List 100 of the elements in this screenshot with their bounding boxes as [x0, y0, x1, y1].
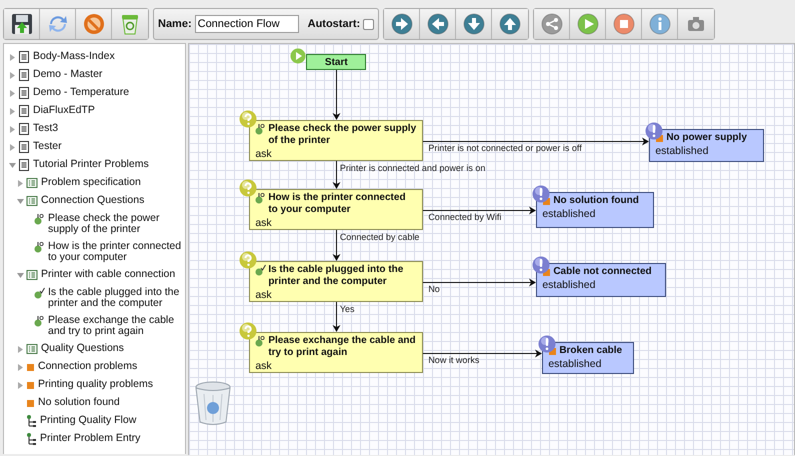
edge-label: Now it works — [428, 354, 480, 364]
node-type-label: established — [548, 358, 602, 370]
cancel-button[interactable] — [76, 9, 112, 39]
connector-arrow[interactable] — [332, 70, 341, 120]
expand-arrow-icon[interactable] — [8, 51, 17, 63]
expand-arrow-icon[interactable] — [16, 361, 25, 373]
expand-arrow-icon[interactable] — [8, 87, 17, 99]
question-node[interactable]: How is the printer connected to your computer ask — [249, 189, 424, 230]
tree-item[interactable]: Printing quality problems — [38, 379, 186, 390]
expand-arrow-icon[interactable] — [8, 105, 17, 117]
stop-button[interactable] — [606, 9, 642, 39]
stop-icon — [612, 12, 636, 36]
trash-bin-icon[interactable] — [193, 380, 234, 426]
list-icon — [26, 195, 38, 207]
connector-arrow[interactable] — [332, 302, 341, 332]
solution-node[interactable]: Broken cable established — [542, 342, 634, 374]
choice-question-icon — [255, 335, 266, 347]
list-icon — [26, 177, 38, 189]
tree-item[interactable]: Connection problems — [38, 361, 186, 372]
document-icon — [18, 141, 30, 153]
tree-item[interactable]: Tutorial Printer Problems — [33, 159, 186, 170]
tree-item[interactable]: Printer with cable connection — [41, 269, 186, 280]
document-icon — [18, 159, 30, 171]
question-mark-icon — [239, 251, 258, 269]
tree-item[interactable]: Tester — [33, 141, 186, 152]
connector-arrow[interactable] — [422, 206, 536, 214]
name-field[interactable]: Connection Flow — [194, 15, 299, 33]
tree-item[interactable]: Connection Questions — [41, 195, 186, 206]
solution-node[interactable]: No solution found established — [536, 192, 654, 228]
tree-item[interactable]: Quality Questions — [41, 343, 186, 354]
play-icon — [576, 12, 600, 36]
no-entry-icon — [82, 12, 106, 36]
connector-arrow[interactable] — [332, 160, 341, 189]
tree-item[interactable]: Please check the power supply of the printer — [48, 213, 186, 235]
tree-item[interactable]: Printer Problem Entry — [40, 433, 186, 444]
document-icon — [18, 105, 30, 117]
start-node[interactable]: Start — [306, 54, 366, 70]
edge-label: Connected by Wifi — [428, 212, 502, 222]
arrow-down-icon — [462, 12, 486, 36]
arrow-down-button[interactable] — [456, 9, 492, 39]
connector-arrow[interactable] — [422, 350, 542, 358]
solution-node[interactable]: Cable not connected established — [536, 263, 666, 297]
question-node[interactable]: Please exchange the cable and try to print again ask — [249, 332, 424, 373]
arrow-left-button[interactable] — [420, 9, 456, 39]
arrow-up-icon — [498, 12, 522, 36]
node-type-label: established — [542, 208, 596, 220]
expand-arrow-icon[interactable] — [16, 379, 25, 391]
arrow-up-button[interactable] — [492, 9, 528, 39]
expand-arrow-icon[interactable] — [16, 343, 25, 355]
autostart-checkbox[interactable] — [363, 18, 374, 30]
arrow-left-icon — [426, 12, 450, 36]
document-icon — [18, 123, 30, 135]
node-title: No power supply — [666, 132, 748, 144]
arrow-right-button[interactable] — [384, 9, 420, 39]
tree-item[interactable]: No solution found — [38, 397, 186, 408]
save-button[interactable] — [4, 9, 40, 39]
tree-item[interactable]: DiaFluxEdTP — [33, 105, 186, 116]
yes-no-question-icon — [34, 287, 45, 299]
connector-arrow[interactable] — [422, 138, 650, 146]
tree-item[interactable]: How is the printer connected to your computer — [48, 241, 186, 263]
question-node[interactable]: Please check the power supply of the printer ask — [249, 120, 424, 161]
connector-arrow[interactable] — [332, 230, 341, 261]
delete-button[interactable] — [112, 9, 148, 39]
share-icon — [540, 12, 564, 36]
share-button[interactable] — [534, 9, 570, 39]
document-icon — [18, 87, 30, 99]
solution-node[interactable]: No power supply established — [649, 129, 764, 162]
tree-item[interactable]: Demo - Temperature — [33, 87, 186, 98]
list-icon — [26, 269, 38, 281]
node-title: How is the printer connected to your computer — [268, 192, 407, 216]
question-mark-icon — [239, 322, 258, 340]
exclamation-icon — [532, 185, 550, 203]
autostart-label: Autostart: — [308, 18, 360, 30]
choice-question-icon — [34, 241, 45, 253]
play-icon — [290, 48, 306, 64]
question-mark-icon — [239, 110, 258, 128]
info-button[interactable] — [642, 9, 678, 39]
connector-arrow[interactable] — [422, 278, 536, 286]
expand-arrow-icon[interactable] — [8, 141, 17, 153]
solution-icon — [26, 379, 35, 391]
exclamation-icon — [538, 335, 556, 353]
tree-item[interactable]: Problem specification — [41, 177, 186, 188]
edge-label: Printer is not connected or power is off — [428, 142, 582, 152]
tree-item[interactable]: Test3 — [33, 123, 186, 134]
play-button[interactable] — [570, 9, 606, 39]
expand-arrow-icon[interactable] — [8, 123, 17, 135]
camera-button[interactable] — [678, 9, 714, 39]
node-title: Please exchange the cable and try to print again — [268, 335, 417, 359]
tree-item[interactable]: Printing Quality Flow — [40, 415, 186, 426]
tree-item[interactable]: Please exchange the cable and try to print again — [48, 315, 186, 337]
tree-item[interactable]: Is the cable plugged into the printer and the computer — [48, 287, 186, 309]
flowchart-icon — [26, 433, 37, 445]
question-node[interactable]: Is the cable plugged into the printer and the computer ask — [249, 261, 424, 302]
tree-item[interactable]: Demo - Master — [33, 69, 186, 80]
expand-arrow-icon[interactable] — [8, 69, 17, 81]
node-title: No solution found — [553, 195, 640, 207]
name-label: Name: — [158, 18, 192, 30]
tree-item[interactable]: Body-Mass-Index — [33, 51, 186, 62]
expand-arrow-icon[interactable] — [16, 177, 25, 189]
node-type-label: established — [655, 145, 710, 157]
